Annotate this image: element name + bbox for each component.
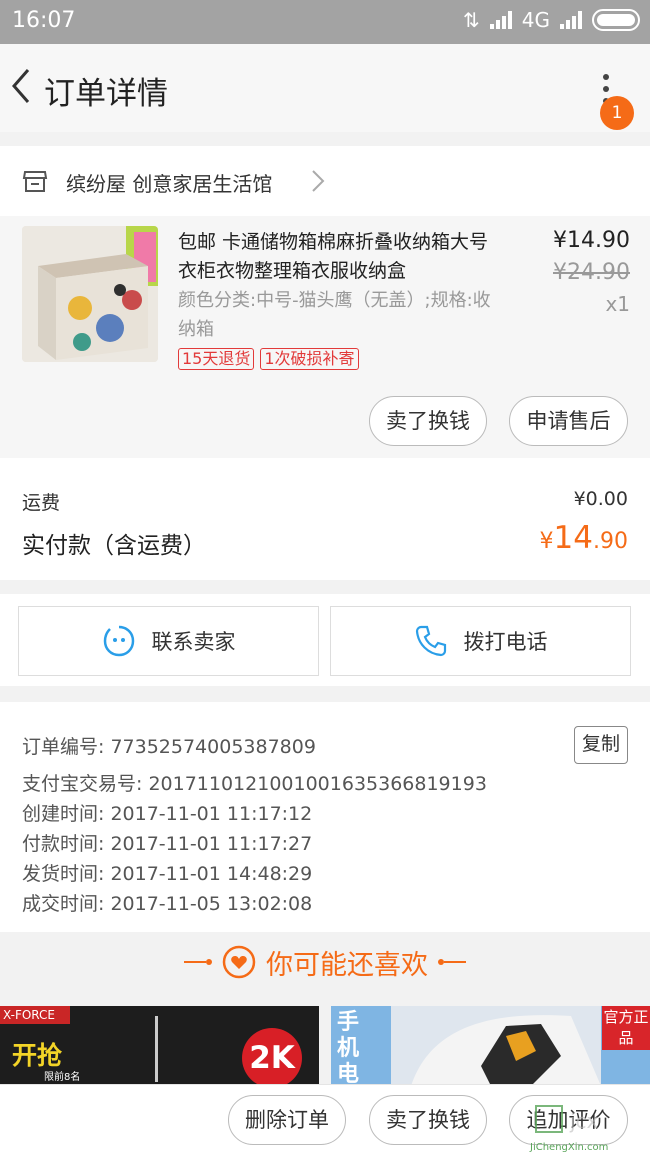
contact-seller-button[interactable]: 联系卖家 <box>18 606 319 676</box>
sell-for-cash-button[interactable]: 卖了换钱 <box>369 396 487 446</box>
alipay-transaction-id: 支付宝交易号: 2017110121001001635366819193 <box>22 773 487 795</box>
battery-icon <box>592 9 640 31</box>
return-tag: 15天退货 <box>178 348 255 370</box>
promo-limit: 限前8名 <box>44 1072 81 1083</box>
total-label: 实付款（含运费） <box>22 533 206 559</box>
product-price: ¥14.90 <box>553 228 630 253</box>
signal-icon <box>489 11 512 29</box>
back-arrow-icon[interactable] <box>8 64 38 108</box>
vertical-text: 手机电 <box>337 1010 360 1086</box>
network-type: 4G <box>521 8 550 32</box>
watermark-logo: jcx JiChengXin.com <box>529 1105 608 1153</box>
order-item[interactable]: 包邮 卡通储物箱棉麻折叠收纳箱大号 衣柜衣物整理箱衣服收纳盒 颜色分类:中号-猫… <box>0 216 650 458</box>
shop-icon <box>22 171 48 192</box>
heart-icon <box>222 945 256 979</box>
call-phone-button[interactable]: 拨打电话 <box>330 606 631 676</box>
shipped-time: 发货时间: 2017-11-01 14:48:29 <box>22 863 313 885</box>
recommendation-grid: X-FORCE 开抢 限前8名 2K 手机电 官方正品 <box>0 1006 650 1086</box>
recommendation-title: 你可能还喜欢 <box>266 949 428 981</box>
top-navigation-bar: 订单详情 1 <box>0 44 650 132</box>
notification-badge: 1 <box>600 96 634 130</box>
product-spec: 颜色分类:中号-猫头鹰（无盖）;规格:收纳箱 <box>178 290 491 340</box>
created-time: 创建时间: 2017-11-01 11:17:12 <box>22 803 313 825</box>
service-tags: 15天退货 1次破损补寄 <box>178 348 359 370</box>
shipping-value: ¥0.00 <box>573 488 628 510</box>
status-bar: 16:07 ⇅ 4G <box>0 0 650 44</box>
total-paid: ¥14.90 <box>539 520 628 556</box>
original-price: ¥24.90 <box>553 260 630 285</box>
product-image <box>155 1016 158 1082</box>
product-quantity: x1 <box>605 292 630 316</box>
contact-section: 联系卖家 拨打电话 <box>0 594 650 686</box>
damage-tag: 1次破损补寄 <box>260 348 359 370</box>
after-sale-button[interactable]: 申请售后 <box>509 396 628 446</box>
divider-left <box>184 959 212 965</box>
recommended-item-1[interactable]: X-FORCE 开抢 限前8名 2K <box>0 1006 319 1086</box>
status-time: 16:07 <box>12 8 76 33</box>
order-info: 订单编号: 77352574005387809 复制 支付宝交易号: 20171… <box>0 702 650 932</box>
resolution-badge: 2K <box>242 1028 302 1086</box>
status-icons: ⇅ 4G <box>463 8 640 32</box>
completed-time: 成交时间: 2017-11-05 13:02:08 <box>22 893 313 915</box>
contact-seller-label: 联系卖家 <box>151 630 236 654</box>
data-transfer-icon: ⇅ <box>463 8 480 32</box>
sell-for-cash-button-bottom[interactable]: 卖了换钱 <box>369 1095 487 1145</box>
product-thumbnail[interactable] <box>22 226 158 362</box>
chevron-right-icon <box>312 170 325 192</box>
product-name[interactable]: 包邮 卡通储物箱棉麻折叠收纳箱大号 衣柜衣物整理箱衣服收纳盒 <box>178 228 508 286</box>
svg-text:JiChengXin.com: JiChengXin.com <box>529 1142 608 1153</box>
recommended-item-2[interactable]: 手机电 官方正品 <box>331 1006 650 1086</box>
chat-bubble-icon <box>103 625 134 657</box>
paid-time: 付款时间: 2017-11-01 11:17:27 <box>22 833 313 855</box>
payment-summary: 运费 ¥0.00 实付款（含运费） ¥14.90 <box>0 458 650 580</box>
shipping-label: 运费 <box>22 492 61 514</box>
shop-row[interactable]: 缤纷屋 创意家居生活馆 <box>0 146 650 216</box>
call-phone-label: 拨打电话 <box>463 630 548 654</box>
phone-icon <box>415 625 446 657</box>
shop-name[interactable]: 缤纷屋 创意家居生活馆 <box>66 168 272 197</box>
copy-button[interactable]: 复制 <box>574 726 628 764</box>
signal-icon-2 <box>560 11 582 29</box>
promo-text: 开抢 <box>12 1041 63 1070</box>
divider-right <box>438 959 466 965</box>
delete-order-button[interactable]: 删除订单 <box>228 1095 346 1145</box>
recommendation-header: 你可能还喜欢 <box>0 932 650 992</box>
order-number: 订单编号: 77352574005387809 <box>22 736 316 758</box>
page-title: 订单详情 <box>44 76 168 112</box>
brand-label: X-FORCE <box>0 1006 70 1024</box>
official-tag: 官方正品 <box>602 1006 650 1050</box>
svg-text:jcx: jcx <box>569 1109 599 1133</box>
